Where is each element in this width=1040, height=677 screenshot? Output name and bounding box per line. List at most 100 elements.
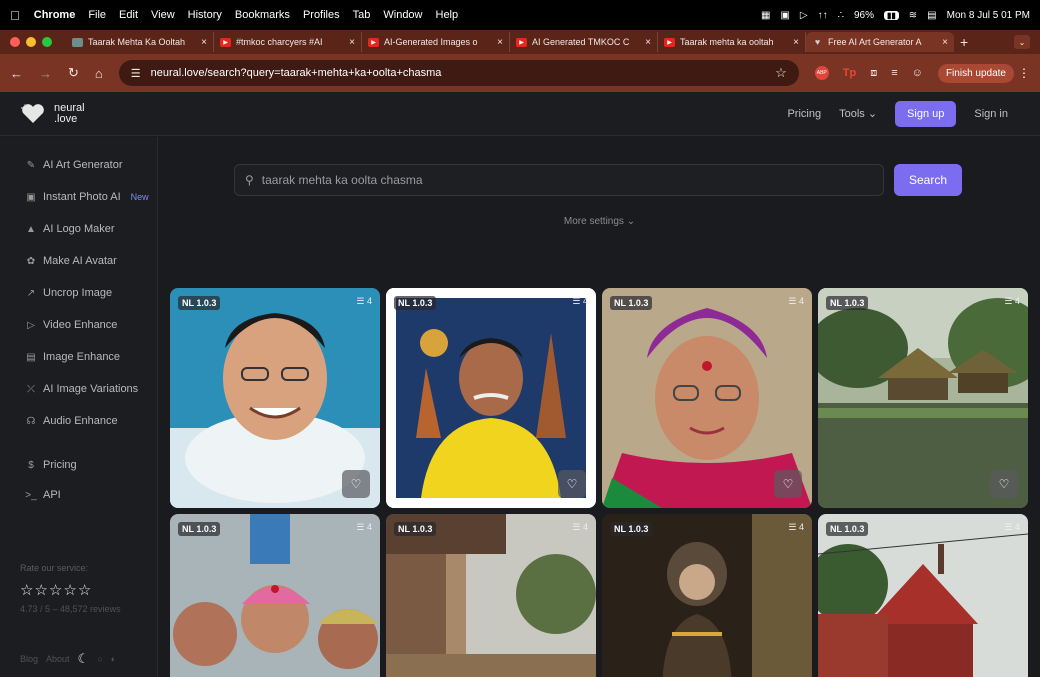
reload-icon[interactable]: ↻ (68, 65, 79, 81)
sidebar-item-image-enhance[interactable]: ▤ Image Enhance (25, 351, 120, 363)
model-badge: NL 1.0.3 (610, 522, 653, 536)
nav-tools-dropdown[interactable]: Tools ⌄ (839, 107, 877, 120)
signup-button[interactable]: Sign up (895, 100, 957, 127)
tab-3[interactable]: ▶ AI-Generated Images o × (362, 32, 510, 52)
search-input[interactable]: ⚲ taarak mehta ka oolta chasma (234, 164, 884, 196)
tab-close-icon[interactable]: × (349, 37, 355, 48)
control-center-icon[interactable]: ▤ (927, 10, 936, 21)
tab-close-icon[interactable]: × (793, 37, 799, 48)
reading-list-icon[interactable]: ≡ (891, 67, 897, 79)
tab-5[interactable]: ▶ Taarak mehta ka ooltah × (658, 32, 806, 52)
star-icon[interactable]: ☆ (49, 582, 63, 599)
menu-app[interactable]: Chrome (34, 9, 76, 21)
extension-tp-icon[interactable]: Tp (843, 67, 856, 79)
site-settings-icon[interactable]: ☰ (131, 67, 141, 80)
neural-love-logo[interactable]: neural .love (20, 102, 85, 125)
macos-menubar:  Chrome File Edit View History Bookmark… (0, 0, 1040, 30)
clock[interactable]: Mon 8 Jul 5 01 PM (947, 10, 1030, 21)
menu-file[interactable]: File (88, 9, 106, 21)
result-card[interactable]: NL 1.0.3 ☰ 4 ♡ (818, 288, 1028, 508)
back-icon[interactable]: ← (10, 66, 23, 81)
apple-icon[interactable]:  (10, 8, 20, 23)
result-card[interactable]: NL 1.0.3 ☰ 4 (170, 514, 380, 677)
forward-icon[interactable]: → (39, 66, 52, 81)
grid-icon[interactable]: ▦ (761, 10, 770, 21)
screen-icon[interactable]: ▣ (780, 10, 789, 21)
system-mode-icon[interactable]: ◐ (111, 654, 116, 664)
result-card[interactable]: NL 1.0.3 ☰ 4 (818, 514, 1028, 677)
count-value: 4 (1014, 296, 1020, 306)
rating-stars[interactable]: ☆☆☆☆☆ (20, 581, 92, 599)
result-card[interactable]: NL 1.0.3 ☰ 4 ♡ (602, 288, 812, 508)
favorite-heart-icon[interactable]: ♡ (990, 470, 1018, 498)
menu-profiles[interactable]: Profiles (303, 9, 340, 21)
search-button[interactable]: Search (894, 164, 962, 196)
menu-bookmarks[interactable]: Bookmarks (235, 9, 290, 21)
more-settings-toggle[interactable]: More settings ⌄ (159, 216, 1040, 227)
star-icon[interactable]: ☆ (20, 582, 34, 599)
bookmark-star-icon[interactable]: ☆ (775, 65, 787, 81)
maximize-window-icon[interactable] (42, 37, 52, 47)
home-icon[interactable]: ⌂ (95, 66, 103, 81)
sidebar-item-instant-photo-ai[interactable]: ▣ Instant Photo AI New (25, 191, 148, 203)
tab-close-icon[interactable]: × (201, 37, 207, 48)
favorite-heart-icon[interactable]: ♡ (342, 470, 370, 498)
menu-tab[interactable]: Tab (353, 9, 371, 21)
about-link[interactable]: About (46, 654, 70, 664)
tab-2[interactable]: ▶ #tmkoc charcyers #AI × (214, 32, 362, 52)
tab-close-icon[interactable]: × (497, 37, 503, 48)
dark-mode-icon[interactable]: ☾ (78, 651, 90, 667)
close-window-icon[interactable] (10, 37, 20, 47)
light-mode-icon[interactable]: ○ (97, 654, 102, 664)
menu-edit[interactable]: Edit (119, 9, 138, 21)
adblock-icon[interactable]: ABP (814, 66, 829, 80)
tab-close-icon[interactable]: × (942, 37, 948, 48)
star-icon[interactable]: ☆ (78, 582, 92, 599)
menu-history[interactable]: History (188, 9, 222, 21)
sidebar-item-uncrop-image[interactable]: ↗ Uncrop Image (25, 287, 112, 299)
tab-4[interactable]: ▶ AI Generated TMKOC C × (510, 32, 658, 52)
sidebar-item-audio-enhance[interactable]: ☊ Audio Enhance (25, 415, 118, 427)
result-card[interactable]: NL 1.0.3 ☰ 4 (602, 514, 812, 677)
sidebar-item-ai-art-generator[interactable]: ✎ AI Art Generator (25, 159, 123, 171)
wifi-icon[interactable]: ≋ (909, 10, 917, 21)
profile-avatar-icon[interactable]: ☺ (912, 67, 923, 79)
extensions-puzzle-icon[interactable]: ⧈ (870, 67, 877, 80)
signin-link[interactable]: Sign in (974, 108, 1008, 120)
result-card[interactable]: NL 1.0.3 ☰ 4 ♡ (386, 288, 596, 508)
tab-6-active[interactable]: ♥ Free AI Art Generator A × (806, 32, 954, 52)
new-tab-icon[interactable]: + (960, 34, 968, 50)
menu-help[interactable]: Help (436, 9, 459, 21)
sidebar-item-api[interactable]: >_ API (25, 489, 60, 501)
sidebar-item-video-enhance[interactable]: ▷ Video Enhance (25, 319, 117, 331)
favorite-heart-icon[interactable]: ♡ (558, 470, 586, 498)
people-icon[interactable]: ↑↑ (818, 10, 828, 21)
minimize-window-icon[interactable] (26, 37, 36, 47)
star-icon[interactable]: ☆ (63, 582, 77, 599)
tab-1[interactable]: Taarak Mehta Ka Ooltah × (66, 32, 214, 52)
nav-pricing-link[interactable]: Pricing (787, 108, 821, 120)
tab-search-icon[interactable]: ⌄ (1014, 35, 1030, 49)
youtube-icon: ▶ (368, 37, 379, 47)
blog-link[interactable]: Blog (20, 654, 38, 664)
sidebar-item-ai-image-variations[interactable]: ⤫ AI Image Variations (25, 383, 138, 395)
more-menu-icon[interactable]: ⋮ (1018, 66, 1030, 80)
search-query[interactable]: taarak mehta ka oolta chasma (262, 173, 423, 187)
finish-update-button[interactable]: Finish update (937, 63, 1014, 83)
logo-icon: ▲ (26, 223, 36, 235)
sidebar-item-pricing[interactable]: $ Pricing (25, 459, 76, 471)
media-icon[interactable]: ▷ (800, 10, 808, 21)
address-bar[interactable]: ☰ neural.love/search?query=taarak+mehta+… (118, 60, 799, 86)
star-icon[interactable]: ☆ (34, 582, 48, 599)
network-icon[interactable]: ∴ (838, 10, 844, 21)
sidebar-item-ai-logo-maker[interactable]: ▲ AI Logo Maker (25, 223, 115, 235)
menu-view[interactable]: View (151, 9, 175, 21)
result-card[interactable]: NL 1.0.3 ☰ 4 (386, 514, 596, 677)
result-card[interactable]: NL 1.0.3 ☰ 4 ♡ (170, 288, 380, 508)
battery-icon[interactable]: ▮▮ (883, 10, 899, 20)
favorite-heart-icon[interactable]: ♡ (774, 470, 802, 498)
menu-window[interactable]: Window (383, 9, 422, 21)
sidebar-item-make-ai-avatar[interactable]: ✿ Make AI Avatar (25, 255, 117, 267)
tab-close-icon[interactable]: × (645, 37, 651, 48)
url-text[interactable]: neural.love/search?query=taarak+mehta+ka… (151, 67, 765, 79)
